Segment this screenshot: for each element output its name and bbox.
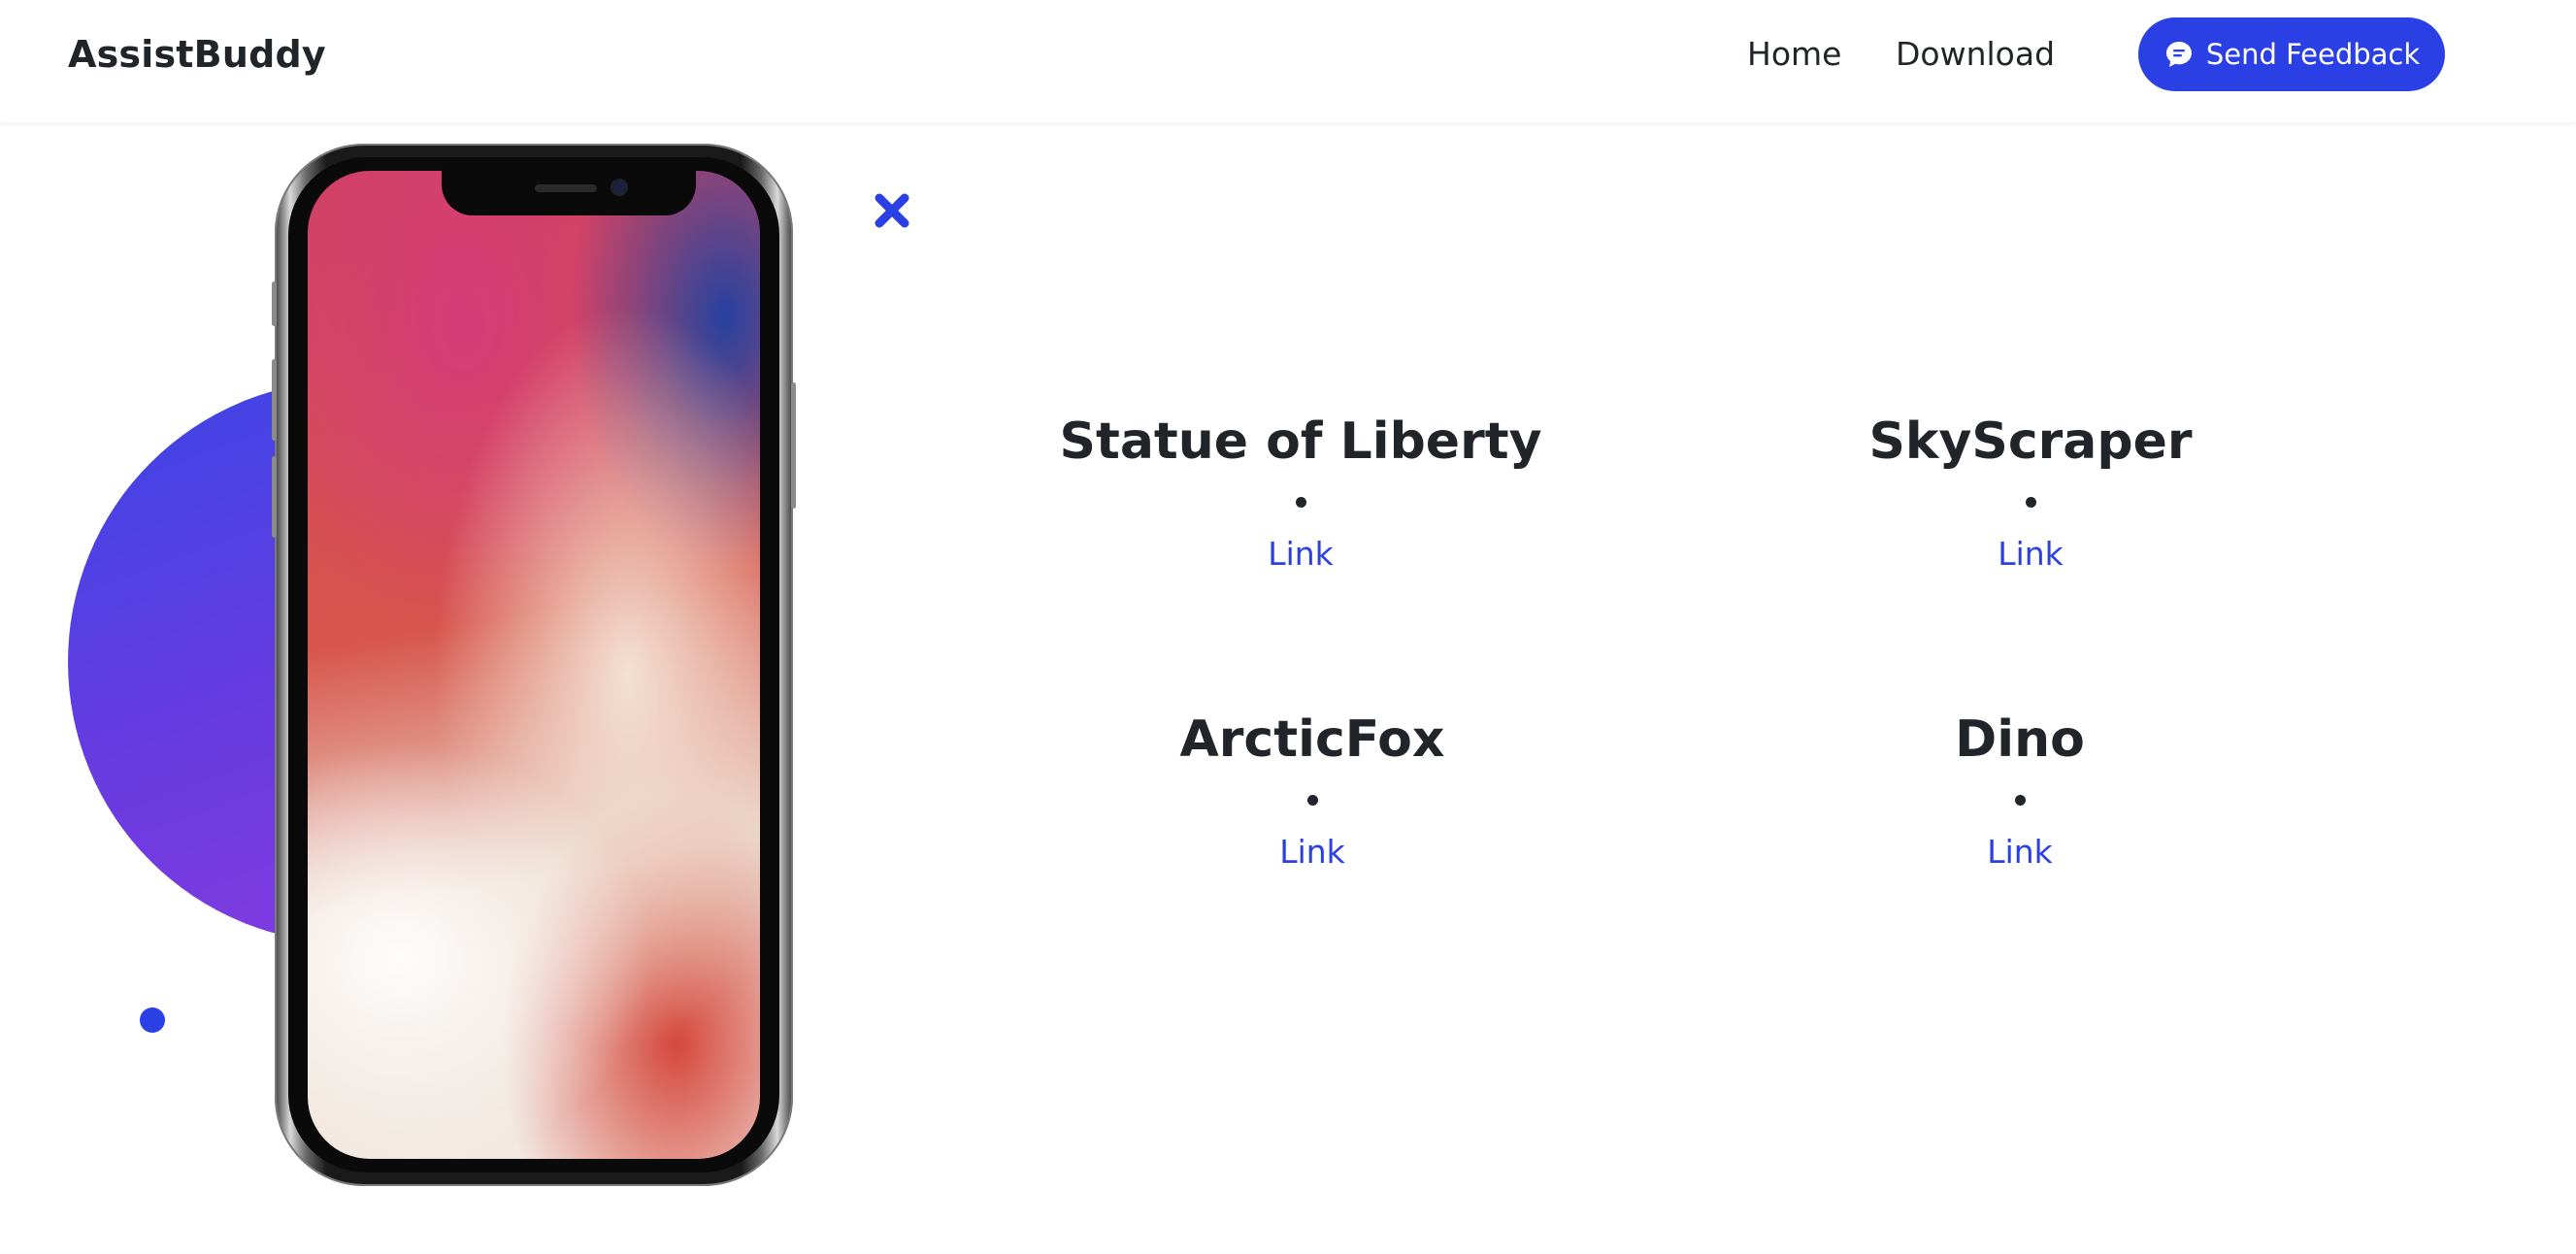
brand-logo[interactable]: AssistBuddy bbox=[68, 33, 326, 76]
chat-bubble-icon bbox=[2163, 39, 2195, 70]
bullet-dot bbox=[2014, 795, 2026, 807]
card-title: ArcticFox bbox=[1179, 710, 1445, 769]
phone-notch bbox=[442, 171, 696, 215]
decorative-dot bbox=[140, 1007, 165, 1033]
card-link[interactable]: Link bbox=[1268, 535, 1334, 573]
card-link[interactable]: Link bbox=[1987, 833, 2053, 871]
phone-speaker bbox=[535, 184, 597, 192]
phone-mute-switch bbox=[272, 281, 277, 326]
send-feedback-button[interactable]: Send Feedback bbox=[2138, 17, 2445, 91]
card-title: Dino bbox=[1955, 710, 2085, 769]
card-statue-of-liberty: Statue of Liberty Link bbox=[1029, 412, 1572, 573]
phone-power-button bbox=[791, 382, 796, 509]
card-link[interactable]: Link bbox=[1998, 535, 2064, 573]
bullet-dot bbox=[2025, 497, 2036, 509]
card-link[interactable]: Link bbox=[1279, 833, 1345, 871]
card-skyscraper: SkyScraper Link bbox=[1759, 412, 2302, 573]
phone-screen bbox=[308, 171, 760, 1159]
card-title: SkyScraper bbox=[1868, 412, 2193, 471]
nav-home-link[interactable]: Home bbox=[1747, 35, 1841, 73]
phone-volume-down bbox=[272, 456, 277, 538]
card-arcticfox: ArcticFox Link bbox=[1040, 710, 1584, 871]
send-feedback-label: Send Feedback bbox=[2205, 38, 2421, 71]
phone-mockup bbox=[272, 144, 796, 1186]
phone-volume-up bbox=[272, 359, 277, 441]
navbar: AssistBuddy Home Download Send Feedback bbox=[0, 0, 2576, 122]
card-dino: Dino Link bbox=[1748, 710, 2292, 871]
bullet-dot bbox=[1306, 795, 1318, 807]
bullet-dot bbox=[1295, 497, 1306, 509]
card-title: Statue of Liberty bbox=[1059, 412, 1542, 471]
camera-icon bbox=[612, 181, 626, 194]
nav-download-link[interactable]: Download bbox=[1896, 35, 2055, 73]
cross-icon bbox=[872, 190, 912, 235]
